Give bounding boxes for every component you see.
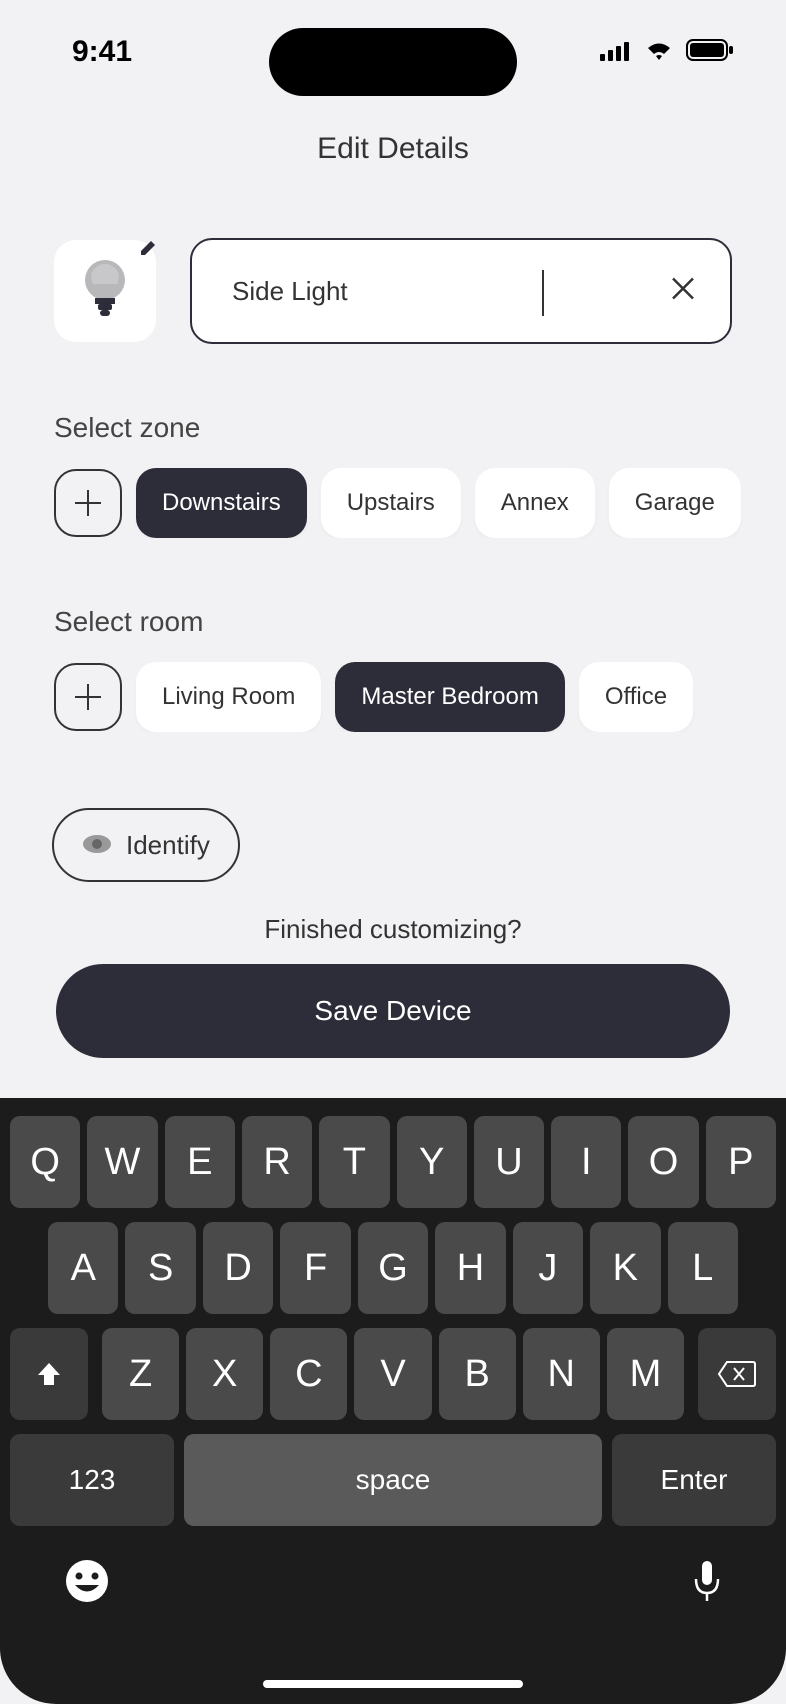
- device-edit-row: Side Light: [54, 238, 732, 344]
- zone-chip-downstairs[interactable]: Downstairs: [136, 468, 307, 538]
- key-y[interactable]: Y: [397, 1116, 467, 1208]
- key-z[interactable]: Z: [102, 1328, 179, 1420]
- key-j[interactable]: J: [513, 1222, 583, 1314]
- key-t[interactable]: T: [319, 1116, 389, 1208]
- key-d[interactable]: D: [203, 1222, 273, 1314]
- key-shift[interactable]: [10, 1328, 88, 1420]
- room-section: Select room Living Room Master Bedroom O…: [54, 606, 786, 732]
- key-v[interactable]: V: [354, 1328, 431, 1420]
- finished-text: Finished customizing?: [0, 914, 786, 945]
- wifi-icon: [644, 35, 674, 69]
- keyboard-row-4: 123 space Enter: [10, 1434, 776, 1526]
- key-f[interactable]: F: [280, 1222, 350, 1314]
- key-e[interactable]: E: [165, 1116, 235, 1208]
- zone-chip-upstairs[interactable]: Upstairs: [321, 468, 461, 538]
- key-i[interactable]: I: [551, 1116, 621, 1208]
- key-u[interactable]: U: [474, 1116, 544, 1208]
- add-room-button[interactable]: [54, 663, 122, 731]
- identify-label: Identify: [126, 830, 210, 861]
- room-chip-office[interactable]: Office: [579, 662, 693, 732]
- add-zone-button[interactable]: [54, 469, 122, 537]
- device-icon-tile[interactable]: [54, 240, 156, 342]
- lightbulb-icon: [82, 260, 128, 323]
- text-cursor: [542, 270, 544, 316]
- key-c[interactable]: C: [270, 1328, 347, 1420]
- pencil-icon: [136, 236, 160, 260]
- key-o[interactable]: O: [628, 1116, 698, 1208]
- zone-section: Select zone Downstairs Upstairs Annex Ga…: [54, 412, 786, 538]
- device-name-input-wrap[interactable]: Side Light: [190, 238, 732, 344]
- key-numbers[interactable]: 123: [10, 1434, 174, 1526]
- page-title: Edit Details: [0, 132, 786, 166]
- identify-button[interactable]: Identify: [52, 808, 240, 882]
- zone-chip-garage[interactable]: Garage: [609, 468, 741, 538]
- emoji-icon[interactable]: [64, 1558, 110, 1609]
- status-indicators: [600, 35, 734, 69]
- key-r[interactable]: R: [242, 1116, 312, 1208]
- key-l[interactable]: L: [668, 1222, 738, 1314]
- zone-chip-row: Downstairs Upstairs Annex Garage: [54, 468, 786, 538]
- key-k[interactable]: K: [590, 1222, 660, 1314]
- device-name-input[interactable]: Side Light: [232, 276, 690, 307]
- save-device-button[interactable]: Save Device: [56, 964, 730, 1058]
- key-b[interactable]: B: [439, 1328, 516, 1420]
- zone-label: Select zone: [54, 412, 786, 444]
- key-enter[interactable]: Enter: [612, 1434, 776, 1526]
- key-x[interactable]: X: [186, 1328, 263, 1420]
- keyboard-row-1: Q W E R T Y U I O P: [10, 1116, 776, 1208]
- key-m[interactable]: M: [607, 1328, 684, 1420]
- room-chip-living-room[interactable]: Living Room: [136, 662, 321, 732]
- key-n[interactable]: N: [523, 1328, 600, 1420]
- keyboard-row-3: Z X C V B N M: [10, 1328, 776, 1420]
- key-backspace[interactable]: [698, 1328, 776, 1420]
- key-s[interactable]: S: [125, 1222, 195, 1314]
- key-q[interactable]: Q: [10, 1116, 80, 1208]
- cellular-icon: [600, 35, 632, 69]
- keyboard-row-2: A S D F G H J K L: [10, 1222, 776, 1314]
- clear-input-button[interactable]: [670, 273, 696, 310]
- room-chip-master-bedroom[interactable]: Master Bedroom: [335, 662, 564, 732]
- key-a[interactable]: A: [48, 1222, 118, 1314]
- keyboard-bottom-row: [10, 1538, 776, 1609]
- key-w[interactable]: W: [87, 1116, 157, 1208]
- room-chip-row: Living Room Master Bedroom Office: [54, 662, 786, 732]
- eye-icon: [82, 830, 112, 861]
- battery-icon: [686, 35, 734, 69]
- key-h[interactable]: H: [435, 1222, 505, 1314]
- room-label: Select room: [54, 606, 786, 638]
- home-indicator[interactable]: [263, 1680, 523, 1688]
- status-bar: 9:41: [0, 30, 786, 74]
- key-g[interactable]: G: [358, 1222, 428, 1314]
- zone-chip-annex[interactable]: Annex: [475, 468, 595, 538]
- keyboard: Q W E R T Y U I O P A S D F G H J K L Z …: [0, 1098, 786, 1704]
- microphone-icon[interactable]: [692, 1559, 722, 1608]
- status-time: 9:41: [72, 35, 132, 69]
- key-p[interactable]: P: [706, 1116, 776, 1208]
- key-space[interactable]: space: [184, 1434, 602, 1526]
